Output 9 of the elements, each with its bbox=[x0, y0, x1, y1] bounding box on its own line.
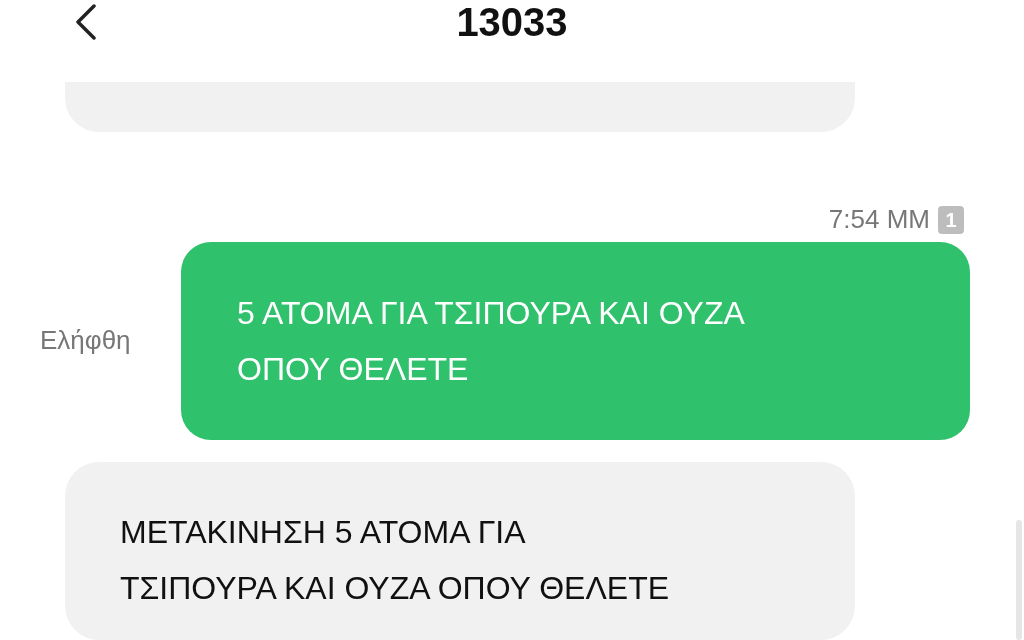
message-text: ΤΣΙΠΟΥΡΑ ΚΑΙ ΟΥΖΑ ΟΠΟΥ ΘΕΛΕΤΕ bbox=[120, 568, 670, 608]
message-time: 7:54 ΜΜ bbox=[828, 203, 930, 237]
message-text: ΜΕΤΑΚΙΝΗΣΗ 5 ΑΤΟΜΑ ΓΙΑ bbox=[120, 512, 527, 552]
conversation-title: 13033 bbox=[456, 2, 568, 46]
sim-icon: 1 bbox=[938, 205, 964, 234]
delivery-status: Ελήφθη bbox=[39, 324, 132, 358]
back-icon bbox=[75, 4, 97, 40]
message-text: ΟΠΟΥ ΘΕΛΕΤΕ bbox=[237, 349, 470, 389]
message-text: 5 ΑΤΟΜΑ ΓΙΑ ΤΣΙΠΟΥΡΑ ΚΑΙ ΟΥΖΑ bbox=[237, 293, 745, 333]
